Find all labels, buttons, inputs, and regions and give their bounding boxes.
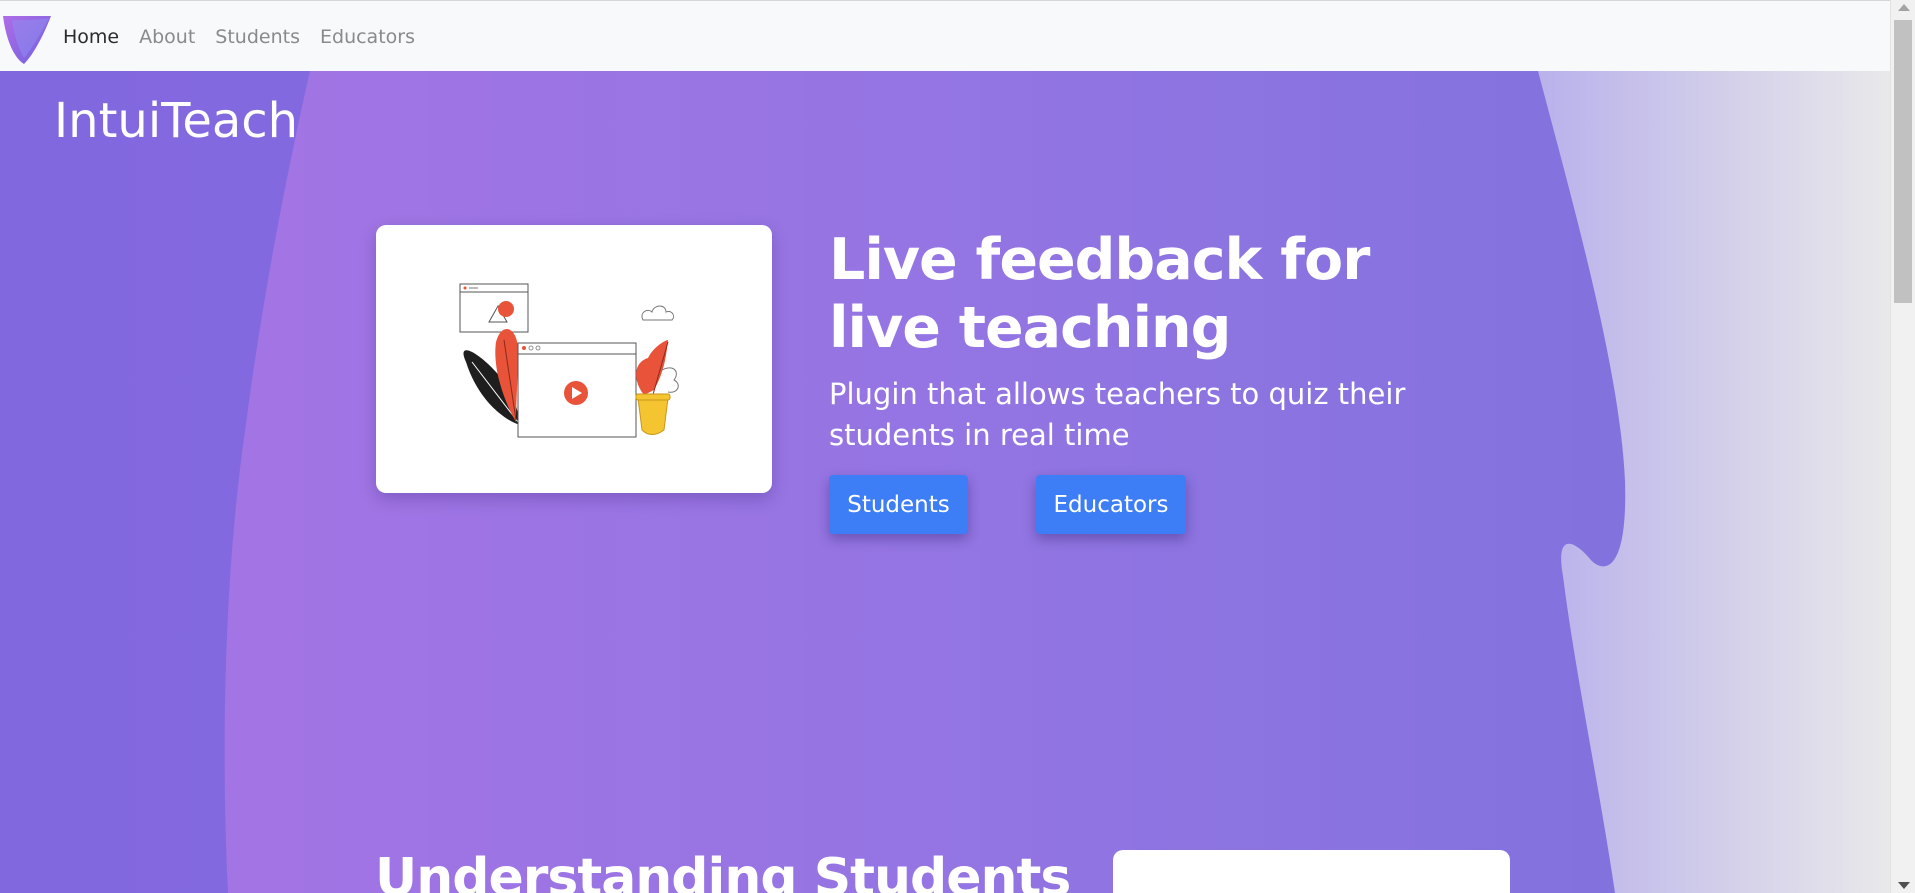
video-player-illustration — [459, 283, 679, 438]
nav-home-link[interactable]: Home — [63, 26, 119, 48]
brand-title: IntuiTeach — [54, 93, 299, 149]
hero-headline: Live feedback for live teaching — [829, 227, 1370, 361]
vertical-scrollbar[interactable] — [1890, 0, 1915, 893]
brand-logo-icon[interactable] — [2, 14, 52, 66]
nav-about-link[interactable]: About — [139, 26, 195, 48]
scroll-down-arrow-icon[interactable] — [1898, 882, 1910, 889]
hero-subline: Plugin that allows teachers to quiz thei… — [829, 377, 1406, 452]
scroll-thumb[interactable] — [1894, 20, 1912, 303]
section-title: Understanding Students — [375, 848, 1071, 893]
educators-button[interactable]: Educators — [1036, 475, 1186, 534]
nav-links: Home About Students Educators — [63, 1, 435, 72]
nav-students-link[interactable]: Students — [215, 26, 300, 48]
hero-illustration-card — [376, 225, 772, 493]
section-card — [1113, 850, 1510, 893]
scroll-up-arrow-icon[interactable] — [1898, 4, 1910, 11]
nav-educators-link[interactable]: Educators — [320, 26, 415, 48]
students-button[interactable]: Students — [829, 475, 968, 534]
navbar: Home About Students Educators — [0, 0, 1890, 71]
